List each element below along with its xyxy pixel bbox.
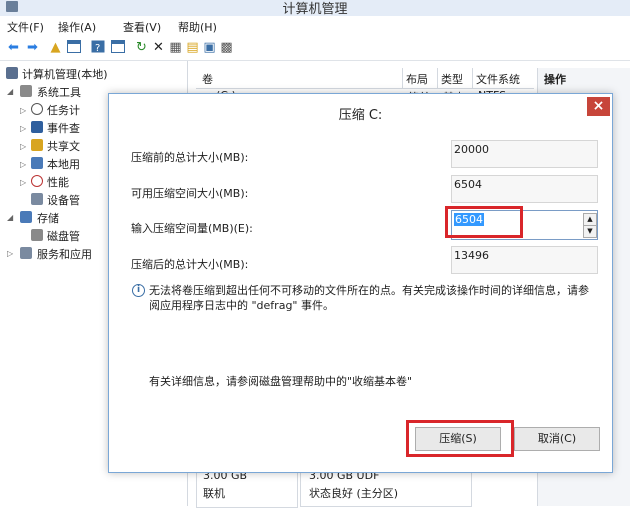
back-icon[interactable]: ⬅ — [6, 40, 21, 55]
tree-item-services-apps[interactable]: 服务和应用 — [37, 246, 92, 262]
column-layout[interactable]: 布局 — [406, 71, 428, 87]
disk-status: 联机 — [203, 487, 225, 500]
value-total-before: 20000 — [454, 143, 489, 156]
menu-action[interactable]: 操作(A) — [58, 19, 96, 35]
dialog-title-bar: 压缩 C: × — [109, 94, 612, 129]
forward-icon[interactable]: ➡ — [25, 40, 40, 55]
field-available-shrink: 6504 — [451, 175, 598, 203]
detail-text: 有关详细信息，请参阅磁盘管理帮助中的"收缩基本卷" — [149, 375, 413, 388]
export-icon[interactable]: ▩ — [219, 40, 234, 55]
menu-file[interactable]: 文件(F) — [7, 19, 44, 35]
title-bar: 计算机管理 — [0, 0, 630, 17]
tools-icon — [20, 85, 32, 97]
disk-info-box[interactable]: 3.00 GB 联机 — [196, 468, 298, 508]
label-shrink-amount: 输入压缩空间量(MB)(E): — [131, 222, 253, 235]
value-total-after: 13496 — [454, 249, 489, 262]
disk-icon — [31, 229, 43, 241]
svg-text:?: ? — [95, 43, 100, 53]
delete-icon[interactable]: ✕ — [151, 40, 166, 55]
tree-item-event-viewer[interactable]: 事件查 — [47, 120, 80, 136]
collapse-arrow-icon[interactable]: ▷ — [20, 142, 26, 151]
cancel-button[interactable]: 取消(C) — [514, 427, 600, 451]
tree-item-task-scheduler[interactable]: 任务计 — [47, 102, 80, 118]
collapse-arrow-icon[interactable]: ▷ — [20, 160, 26, 169]
close-button[interactable]: × — [587, 97, 610, 116]
column-type[interactable]: 类型 — [441, 71, 463, 87]
users-icon — [31, 157, 43, 169]
storage-icon — [20, 211, 32, 223]
field-total-after: 13496 — [451, 246, 598, 274]
field-total-before: 20000 — [451, 140, 598, 168]
label-available-shrink: 可用压缩空间大小(MB): — [131, 187, 249, 200]
tree-item-storage[interactable]: 存储 — [37, 210, 59, 226]
tree-item-performance[interactable]: 性能 — [47, 174, 69, 190]
tree-item-disk-management[interactable]: 磁盘管 — [47, 228, 80, 244]
up-folder-icon[interactable]: ▲ — [48, 40, 63, 55]
services-icon — [20, 247, 32, 259]
actions-header: 操作 — [544, 73, 566, 86]
dialog-title: 压缩 C: — [338, 108, 383, 123]
find-icon[interactable]: ▣ — [202, 40, 217, 55]
help-icon[interactable]: ? — [90, 40, 105, 55]
label-total-after: 压缩后的总计大小(MB): — [131, 258, 249, 271]
tree-item-device-manager[interactable]: 设备管 — [47, 192, 80, 208]
value-available-shrink: 6504 — [454, 178, 482, 191]
properties-icon[interactable]: ▦ — [168, 40, 183, 55]
highlight-box-shrink — [406, 420, 514, 457]
device-manager-icon — [31, 193, 43, 205]
tree-item-root[interactable]: 计算机管理(本地) — [22, 66, 108, 82]
volume-list-header: 卷 布局 类型 文件系统 — [196, 68, 534, 89]
expand-arrow-icon[interactable]: ◢ — [7, 87, 13, 96]
tree-item-shared-folders[interactable]: 共享文 — [47, 138, 80, 154]
partition-status: 状态良好 (主分区) — [309, 487, 399, 500]
toolbar: ⬅ ➡ ▲ ? ↻ ✕ ▦ ▤ ▣ ▩ — [0, 36, 630, 61]
collapse-arrow-icon[interactable]: ▷ — [20, 106, 26, 115]
spin-down-icon[interactable]: ▼ — [583, 225, 597, 238]
collapse-arrow-icon[interactable]: ▷ — [7, 249, 13, 258]
performance-icon — [31, 175, 43, 187]
highlight-box-input — [445, 206, 523, 238]
clock-icon — [31, 103, 43, 115]
tree-item-system-tools[interactable]: 系统工具 — [37, 84, 81, 100]
column-filesystem[interactable]: 文件系统 — [476, 71, 520, 87]
expand-arrow-icon[interactable]: ◢ — [7, 213, 13, 222]
window-title: 计算机管理 — [282, 2, 348, 17]
menu-bar: 文件(F) 操作(A) 查看(V) 帮助(H) — [0, 16, 630, 36]
partition-info-box[interactable]: 3.00 GB UDF 状态良好 (主分区) — [300, 468, 472, 507]
info-text: 无法将卷压缩到超出任何不可移动的文件所在的点。有关完成该操作时间的详细信息，请参… — [149, 284, 589, 312]
label-total-before: 压缩前的总计大小(MB): — [131, 151, 249, 164]
collapse-arrow-icon[interactable]: ▷ — [20, 178, 26, 187]
show-hide-action-icon[interactable] — [110, 40, 125, 55]
collapse-arrow-icon[interactable]: ▷ — [20, 124, 26, 133]
shared-folder-icon — [31, 139, 43, 151]
event-viewer-icon — [31, 121, 43, 133]
refresh-icon[interactable]: ↻ — [134, 40, 149, 55]
column-volume[interactable]: 卷 — [202, 71, 213, 87]
menu-view[interactable]: 查看(V) — [123, 19, 161, 35]
tree-item-local-users[interactable]: 本地用 — [47, 156, 80, 172]
menu-help[interactable]: 帮助(H) — [178, 19, 217, 35]
computer-management-icon — [6, 67, 18, 79]
shrink-dialog: 压缩 C: × 压缩前的总计大小(MB): 20000 可用压缩空间大小(MB)… — [108, 93, 613, 473]
show-hide-tree-icon[interactable] — [66, 40, 81, 55]
info-icon: i — [132, 284, 145, 297]
open-icon[interactable]: ▤ — [185, 40, 200, 55]
